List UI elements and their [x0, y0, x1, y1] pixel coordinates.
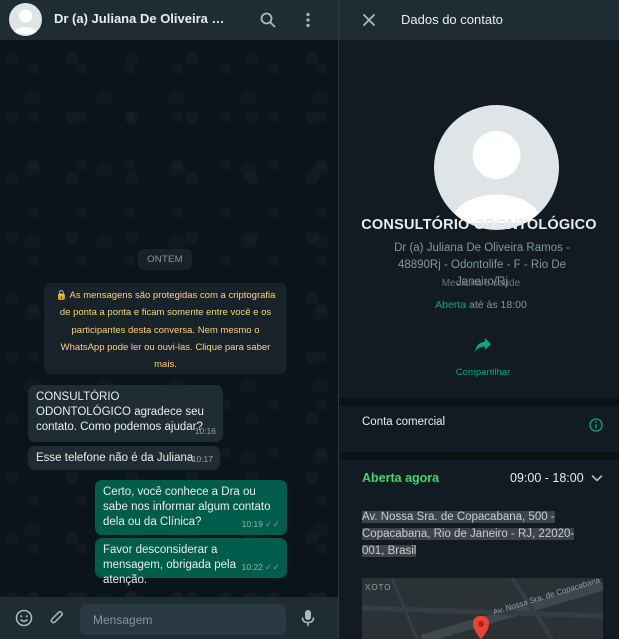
- chat-title[interactable]: Dr (a) Juliana De Oliveira Ramos - 48890…: [54, 11, 230, 26]
- open-label: Aberta: [435, 299, 467, 311]
- message-text: Esse telefone não é da Juliana: [36, 452, 194, 464]
- contact-info-panel: Dados do contato CONSULTÓRIO ODONTOLÓGIC…: [339, 0, 619, 639]
- contact-avatar[interactable]: [9, 3, 42, 36]
- contact-avatar-large[interactable]: [434, 105, 559, 230]
- message-time: 10:17: [191, 454, 213, 464]
- read-ticks-icon: ✓✓: [264, 562, 280, 572]
- message-text: CONSULTÓRIO ODONTOLÓGICO agradece seu co…: [36, 391, 204, 433]
- day-separator: ONTEM: [138, 249, 192, 270]
- message-bubble-out[interactable]: Certo, você conhece a Dra ou sabe nos in…: [95, 480, 287, 535]
- attach-icon[interactable]: [46, 607, 68, 629]
- message-bubble-in[interactable]: CONSULTÓRIO ODONTOLÓGICO agradece seu co…: [28, 385, 223, 442]
- business-name: CONSULTÓRIO ODONTOLÓGICO: [361, 217, 597, 233]
- contact-info-header: Dados do contato: [339, 0, 619, 40]
- share-button[interactable]: Compartilhar: [443, 337, 523, 387]
- hours-range: 09:00 - 18:00: [510, 471, 584, 485]
- business-hours-row[interactable]: Aberta agora 09:00 - 18:00: [339, 460, 619, 500]
- message-input[interactable]: [80, 604, 286, 635]
- contact-profile: CONSULTÓRIO ODONTOLÓGICO Dr (a) Juliana …: [339, 40, 619, 398]
- map-area-label: XOTO: [365, 583, 392, 592]
- location-map[interactable]: XOTO Av. Nossa Sra. de Copacabana: [362, 578, 603, 639]
- message-meta: 10:22 ✓✓: [242, 560, 280, 575]
- share-icon: [475, 338, 491, 352]
- message-time: 10:22: [241, 562, 263, 572]
- section-divider: [339, 452, 619, 460]
- share-label: Compartilhar: [455, 367, 511, 378]
- chevron-down-icon[interactable]: [590, 471, 604, 485]
- open-until: até às 18:00: [469, 299, 527, 311]
- info-icon[interactable]: [589, 418, 603, 432]
- message-time: 10:16: [194, 426, 216, 436]
- message-meta: 10:19 ✓✓: [242, 517, 280, 532]
- mic-icon[interactable]: [297, 607, 319, 629]
- address-text: Av. Nossa Sra. de Copacabana, 500 - Copa…: [362, 511, 575, 557]
- search-icon[interactable]: [257, 9, 279, 31]
- business-address[interactable]: Av. Nossa Sra. de Copacabana, 500 - Copa…: [362, 509, 594, 560]
- message-bubble-out[interactable]: Favor desconsiderar a mensagem, obrigada…: [95, 538, 287, 586]
- close-icon[interactable]: [358, 9, 380, 31]
- business-category: Medicina e saúde: [441, 278, 521, 289]
- business-open-status: Aberta até às 18:00: [339, 299, 619, 311]
- avatar-placeholder-icon: [451, 131, 542, 223]
- business-account-label: Conta comercial: [362, 416, 446, 428]
- encryption-notice[interactable]: 🔒 As mensagens são protegidas com a crip…: [44, 283, 287, 374]
- hours-status: Aberta agora: [362, 471, 440, 485]
- avatar-placeholder-icon: [13, 9, 38, 34]
- panel-title: Dados do contato: [401, 12, 503, 27]
- chat-header[interactable]: Dr (a) Juliana De Oliveira Ramos - 48890…: [0, 0, 338, 40]
- chat-pane: Dr (a) Juliana De Oliveira Ramos - 48890…: [0, 0, 338, 639]
- message-time: 10:19: [241, 519, 263, 529]
- emoji-icon[interactable]: [13, 607, 35, 629]
- message-bubble-in[interactable]: Esse telefone não é da Juliana 10:17: [28, 446, 220, 470]
- business-account-row[interactable]: Conta comercial: [339, 406, 619, 452]
- menu-dots-icon[interactable]: [297, 9, 319, 31]
- map-pin-icon: [473, 616, 489, 639]
- section-divider: [339, 398, 619, 406]
- read-ticks-icon: ✓✓: [264, 519, 280, 529]
